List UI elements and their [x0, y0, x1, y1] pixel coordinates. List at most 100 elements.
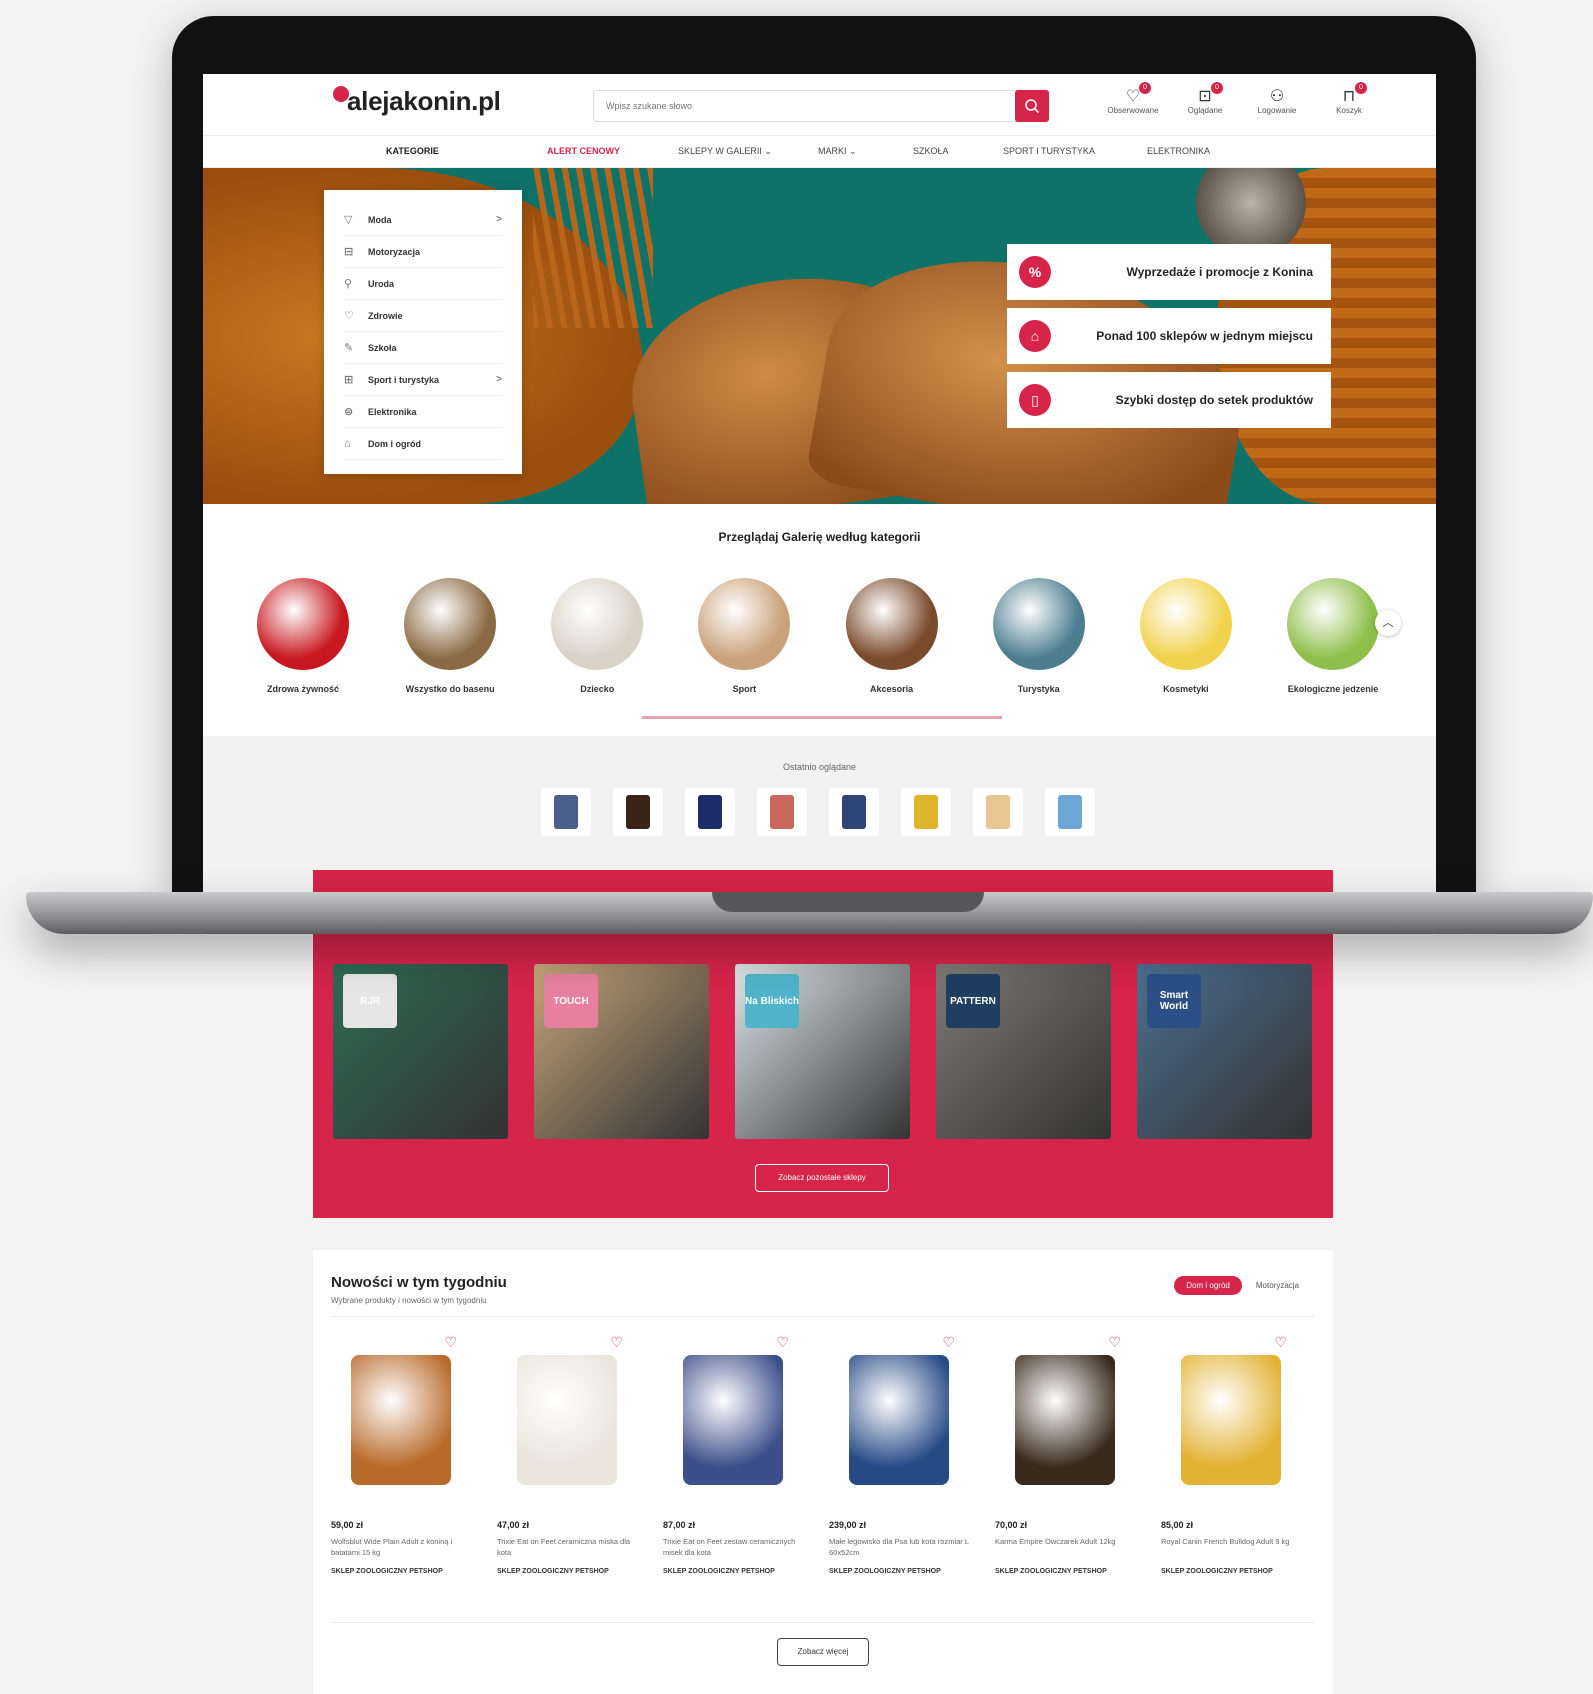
category-circle-item[interactable]: Dziecko: [537, 578, 657, 694]
category-menu-item-dom[interactable]: ⌂ Dom i ogród: [344, 428, 502, 460]
category-circles: Zdrowa żywność Wszystko do basenu Dzieck…: [243, 578, 1393, 694]
product-card[interactable]: ♡ 47,00 zł Trixie Eat on Feet ceramiczna…: [497, 1330, 637, 1575]
site-logo[interactable]: alejakonin.pl: [331, 86, 501, 117]
school-icon: ✎: [344, 342, 354, 354]
category-menu-label: Zdrowie: [368, 310, 403, 321]
chevron-up-icon[interactable]: ︿: [1375, 610, 1401, 636]
category-menu-item-sport[interactable]: ⊞ Sport i turystyka >: [344, 364, 502, 396]
category-circle-item[interactable]: Turystyka: [979, 578, 1099, 694]
product-list: ♡ 59,00 zł Wolfsblut Wide Plain Adult z …: [331, 1330, 1301, 1575]
shop-card[interactable]: PATTERN: [936, 964, 1111, 1139]
promo-products[interactable]: ▯ Szybki dostęp do setek produktów: [1007, 372, 1331, 428]
category-menu-label: Moda: [368, 214, 392, 225]
product-card[interactable]: ♡ 70,00 zł Karma Empire Owczarek Adult 1…: [995, 1330, 1135, 1575]
nav-sport[interactable]: SPORT I TURYSTYKA: [1003, 146, 1095, 156]
heart-icon[interactable]: ♡: [1274, 1334, 1287, 1351]
laptop-screen: alejakonin.pl ♡ 0 Obserwowane ⊡ 0 Ogląda…: [203, 74, 1436, 894]
product-price: 59,00 zł: [331, 1520, 364, 1530]
heart-icon[interactable]: ♡: [776, 1334, 789, 1351]
category-menu-item-szkola[interactable]: ✎ Szkoła: [344, 332, 502, 364]
promo-sales[interactable]: % Wyprzedaże i promocje z Konina: [1007, 244, 1331, 300]
recent-product-thumb[interactable]: [1045, 788, 1095, 836]
shops-section: RJR TOUCH Na Bliskich PATTERN Smart World Zo…: [313, 934, 1333, 1218]
watchlist-label: Obserwowane: [1107, 106, 1159, 115]
category-label: Dziecko: [580, 684, 615, 694]
main-nav: KATEGORIE ALERT CENOWY SKLEPY W GALERII …: [203, 136, 1436, 168]
product-image: [1161, 1330, 1301, 1510]
nav-categories[interactable]: KATEGORIE: [386, 146, 439, 156]
heart-icon[interactable]: ♡: [444, 1334, 457, 1351]
watchlist-link[interactable]: ♡ 0 Obserwowane: [1103, 82, 1163, 115]
cart-link[interactable]: ⊓ 0 Koszyk: [1319, 82, 1379, 115]
laptop-base: [26, 892, 1593, 934]
product-card[interactable]: ♡ 239,00 zł Małe legowisko dla Psa lub k…: [829, 1330, 969, 1575]
product-image: [698, 795, 722, 829]
nav-shops[interactable]: SKLEPY W GALERII ⌄: [678, 146, 772, 157]
shop-card[interactable]: RJR: [333, 964, 508, 1139]
recent-product-thumb[interactable]: [757, 788, 807, 836]
viewed-link[interactable]: ⊡ 0 Oglądane: [1175, 82, 1235, 115]
see-other-shops-button[interactable]: Zobacz pozostałe sklepy: [755, 1164, 889, 1192]
category-circle-item[interactable]: Akcesoria: [832, 578, 952, 694]
product-image: [770, 795, 794, 829]
nav-electronics[interactable]: ELEKTRONIKA: [1147, 146, 1210, 156]
category-circle-item[interactable]: Sport: [684, 578, 804, 694]
shop-logo: Smart World: [1147, 974, 1201, 1028]
recent-product-thumb[interactable]: [685, 788, 735, 836]
heart-icon[interactable]: ♡: [942, 1334, 955, 1351]
laptop-notch: [712, 892, 984, 912]
category-circle-item[interactable]: Kosmetyki: [1126, 578, 1246, 694]
sport-icon: ⊞: [344, 374, 354, 386]
new-this-week-section: Nowości w tym tygodniu Wybrane produkty …: [313, 1250, 1333, 1694]
category-menu-item-moda[interactable]: ▽ Moda >: [344, 204, 502, 236]
search-button[interactable]: [1015, 90, 1049, 122]
recent-product-thumb[interactable]: [973, 788, 1023, 836]
category-label: Ekologiczne jedzenie: [1287, 684, 1379, 694]
category-circle-item[interactable]: Zdrowa żywność: [243, 578, 363, 694]
news-tabs: Dom i ogród Motoryzacja: [1174, 1276, 1303, 1295]
recent-product-thumb[interactable]: [901, 788, 951, 836]
promo-shops[interactable]: ⌂ Ponad 100 sklepów w jednym miejscu: [1007, 308, 1331, 364]
product-image: [331, 1330, 471, 1510]
search-bar: [593, 90, 1049, 122]
heart-icon[interactable]: ♡: [1108, 1334, 1121, 1351]
watchlist-badge: 0: [1139, 82, 1151, 94]
recent-product-thumb[interactable]: [829, 788, 879, 836]
shop-card[interactable]: Na Bliskich: [735, 964, 910, 1139]
product-card[interactable]: ♡ 85,00 zł Royal Canin French Bulldog Ad…: [1161, 1330, 1301, 1575]
heart-icon[interactable]: ♡: [610, 1334, 623, 1351]
bag-icon: ⊓: [1342, 88, 1356, 105]
recent-product-thumb[interactable]: [541, 788, 591, 836]
product-image: [914, 795, 938, 829]
product-card[interactable]: ♡ 59,00 zł Wolfsblut Wide Plain Adult z …: [331, 1330, 471, 1575]
shop-card[interactable]: TOUCH: [534, 964, 709, 1139]
category-circle-item[interactable]: Ekologiczne jedzenie: [1273, 578, 1393, 694]
category-image: [698, 578, 791, 670]
see-more-button[interactable]: Zobacz więcej: [777, 1638, 869, 1666]
product-card[interactable]: ♡ 87,00 zł Trixie Eat on Feet zestaw cer…: [663, 1330, 803, 1575]
shop-logo: RJR: [343, 974, 397, 1028]
nav-school[interactable]: SZKOŁA: [913, 146, 949, 156]
category-menu-item-zdrowie[interactable]: ♡ Zdrowie: [344, 300, 502, 332]
viewed-label: Oglądane: [1187, 106, 1223, 115]
login-link[interactable]: ⚇ Logowanie: [1247, 86, 1307, 115]
heart-health-icon: ♡: [344, 310, 354, 322]
category-menu-item-uroda[interactable]: ⚲ Uroda: [344, 268, 502, 300]
search-input[interactable]: [594, 91, 1010, 121]
recent-product-thumb[interactable]: [613, 788, 663, 836]
shop-card[interactable]: Smart World: [1137, 964, 1312, 1139]
category-circle-item[interactable]: Wszystko do basenu: [390, 578, 510, 694]
product-price: 47,00 zł: [497, 1520, 530, 1530]
nav-brands[interactable]: MARKI ⌄: [818, 146, 857, 157]
category-image: [257, 578, 349, 670]
product-image: [995, 1330, 1135, 1510]
product-shop: SKLEP ZOOLOGICZNY PETSHOP: [663, 1568, 775, 1575]
section-subtitle: Wybrane produkty i nowości w tym tygodni…: [331, 1296, 487, 1305]
category-menu-item-elektronika[interactable]: ⊜ Elektronika: [344, 396, 502, 428]
category-menu-item-motoryzacja[interactable]: ⊟ Motoryzacja: [344, 236, 502, 268]
user-icon: ⚇: [1269, 88, 1285, 105]
nav-price-alert[interactable]: ALERT CENOWY: [547, 146, 620, 156]
tab-dom-i-ogrod[interactable]: Dom i ogród: [1174, 1276, 1242, 1295]
promo-text: Wyprzedaże i promocje z Konina: [1126, 265, 1313, 279]
tab-motoryzacja[interactable]: Motoryzacja: [1252, 1276, 1303, 1295]
